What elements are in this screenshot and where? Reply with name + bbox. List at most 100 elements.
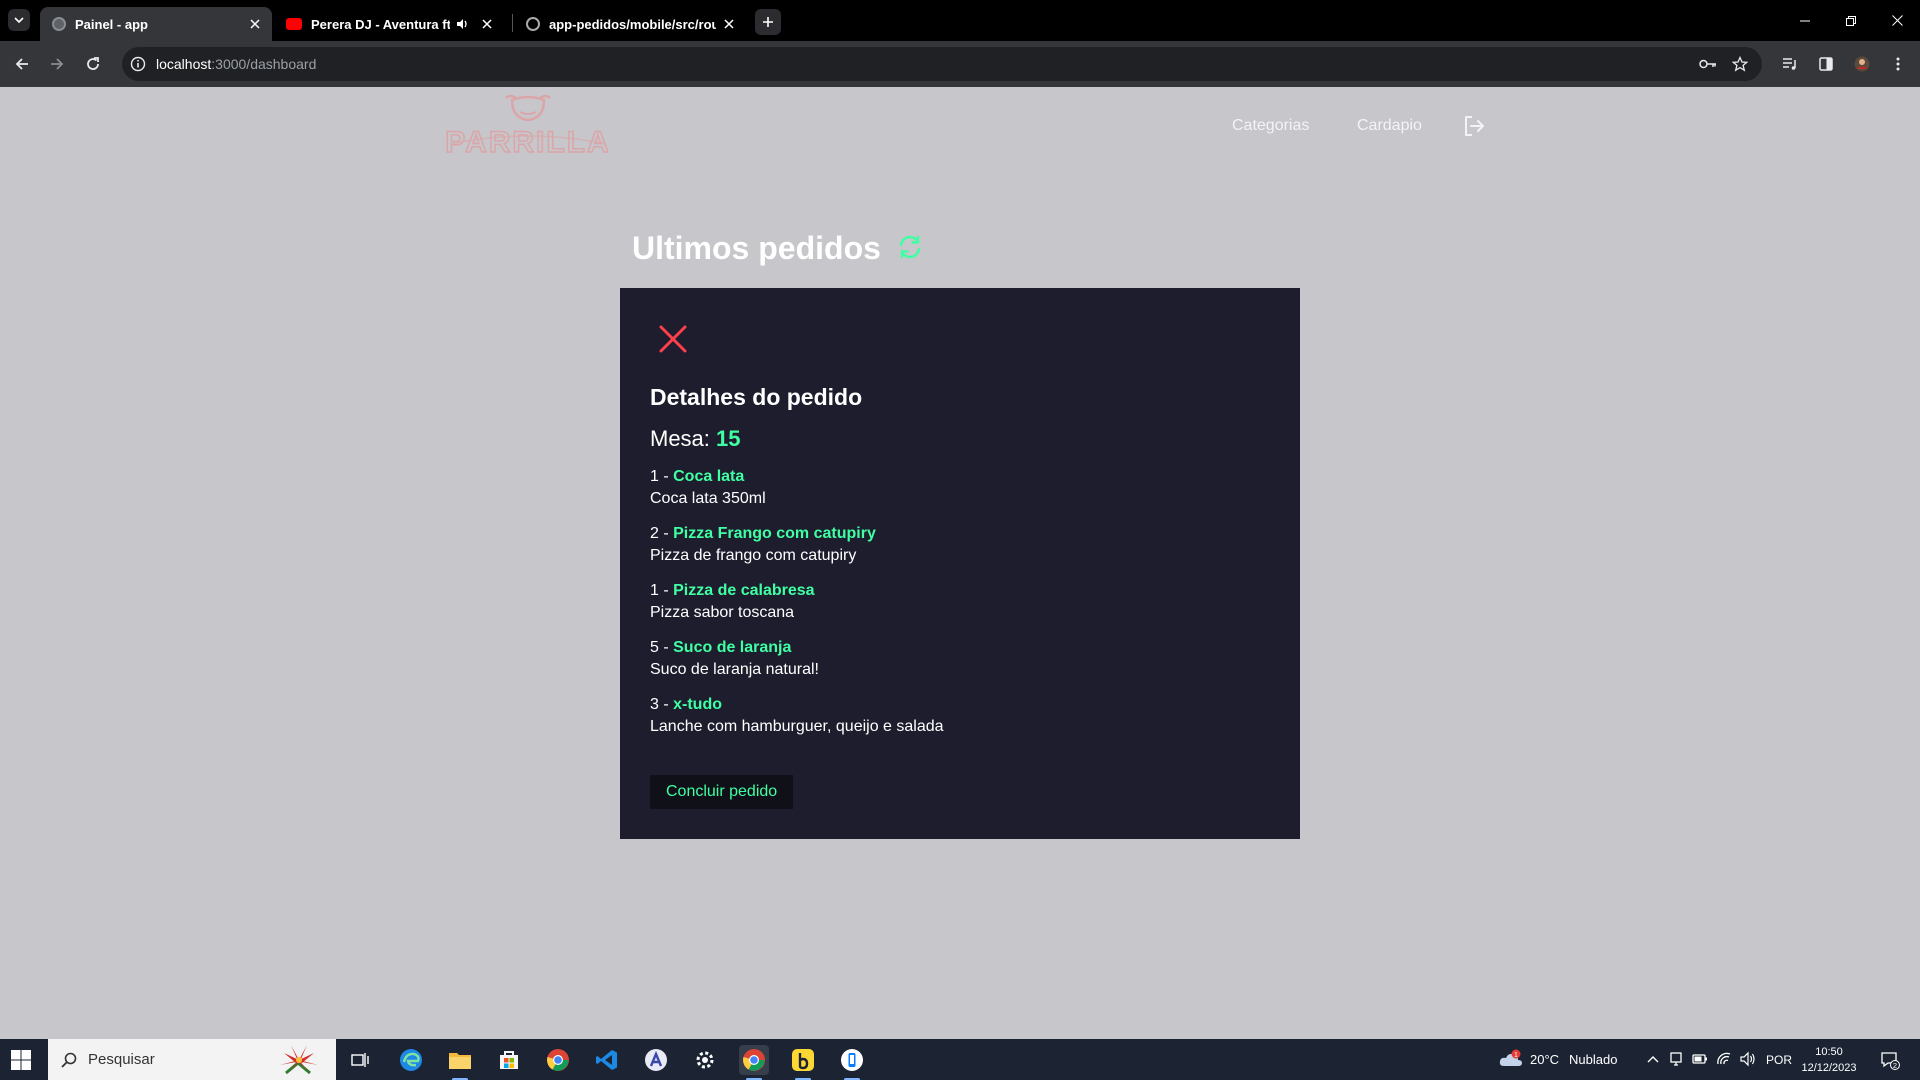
close-tab-icon[interactable] (480, 17, 494, 31)
nav-categorias[interactable]: Categorias (1232, 117, 1309, 135)
logout-icon[interactable] (1462, 114, 1486, 138)
chevron-up-icon[interactable] (1645, 1051, 1661, 1067)
device-icon[interactable] (1668, 1051, 1684, 1067)
forward-button[interactable] (43, 50, 71, 78)
table-number-value: 15 (716, 426, 741, 451)
password-key-icon[interactable] (1698, 54, 1718, 74)
item-quantity: 1 - (650, 468, 674, 485)
file-explorer-icon[interactable] (445, 1045, 475, 1080)
item-quantity: 3 - (650, 696, 674, 713)
url-text: localhost:3000/dashboard (156, 56, 316, 72)
windows-taskbar: Pesquisar 1 20°C Nublado POR 10:50 12/12… (0, 1039, 1920, 1080)
item-name: Suco de laranja (673, 639, 792, 656)
close-modal-icon[interactable] (658, 324, 688, 354)
tab-title: Painel - app (75, 16, 148, 32)
item-description: Suco de laranja natural! (650, 661, 819, 678)
modal-title: Detalhes do pedido (650, 384, 863, 410)
poinsettia-icon (280, 1045, 318, 1075)
tab-separator (512, 14, 513, 32)
refresh-icon[interactable] (896, 233, 924, 261)
search-placeholder: Pesquisar (88, 1051, 155, 1068)
order-details-modal: Detalhes do pedido Mesa: 15 1 - Coca lat… (620, 288, 1300, 839)
input-language[interactable]: POR (1766, 1053, 1792, 1067)
system-clock[interactable]: 10:50 12/12/2023 (1796, 1044, 1862, 1076)
address-bar[interactable]: localhost:3000/dashboard (122, 47, 1762, 81)
close-window-button[interactable] (1874, 0, 1920, 41)
nav-cardapio[interactable]: Cardapio (1357, 117, 1422, 135)
minimize-button[interactable] (1782, 0, 1828, 41)
order-items-list: 1 - Coca lata Coca lata 350ml 2 - Pizza … (650, 467, 1270, 752)
settings-gear-icon[interactable] (690, 1045, 720, 1075)
item-name: x-tudo (673, 696, 722, 713)
chrome-active-icon[interactable] (739, 1045, 769, 1080)
search-icon (61, 1052, 77, 1068)
chevron-down-icon (14, 17, 24, 24)
weather-condition[interactable]: Nublado (1569, 1052, 1617, 1067)
task-view-icon[interactable] (345, 1045, 375, 1075)
tab-painel[interactable]: Painel - app (40, 7, 272, 41)
tab-youtube[interactable]: Perera DJ - Aventura ft MC (274, 7, 504, 41)
logo-text: PARRILLA (445, 126, 610, 159)
browser-toolbar: localhost:3000/dashboard (0, 41, 1920, 87)
item-quantity: 2 - (650, 525, 674, 542)
parrilla-logo: PARRILLA (445, 94, 610, 160)
close-tab-icon[interactable] (248, 17, 262, 31)
reload-icon (87, 57, 99, 70)
tab-title: app-pedidos/mobile/src/route (549, 16, 716, 32)
phone-app-icon[interactable] (837, 1045, 867, 1080)
plus-icon (763, 17, 773, 27)
microsoft-store-icon[interactable] (494, 1045, 524, 1075)
page-title: Ultimos pedidos (632, 230, 881, 266)
vscode-icon[interactable] (592, 1045, 622, 1075)
table-number: Mesa: 15 (650, 426, 741, 452)
back-button[interactable] (8, 50, 36, 78)
reload-button[interactable] (79, 50, 107, 78)
arrow-right-icon (51, 58, 64, 70)
windows-start-icon[interactable] (10, 1049, 32, 1071)
browser-tab-bar: Painel - app Perera DJ - Aventura ft MC … (0, 0, 1920, 41)
new-tab-button[interactable] (755, 9, 781, 35)
item-description: Lanche com hamburguer, queijo e salada (650, 718, 944, 735)
weather-alert-badge: 1 (1514, 1052, 1518, 1059)
finish-order-button[interactable]: Concluir pedido (650, 775, 794, 809)
taskbar-search[interactable]: Pesquisar (48, 1039, 336, 1080)
volume-icon[interactable] (1740, 1051, 1756, 1067)
item-name: Pizza Frango com catupiry (673, 525, 876, 542)
clock-date: 12/12/2023 (1801, 1062, 1857, 1074)
item-quantity: 5 - (650, 639, 674, 656)
site-info-icon[interactable] (130, 56, 146, 72)
tab-github[interactable]: app-pedidos/mobile/src/route (514, 7, 746, 41)
restore-button[interactable] (1828, 0, 1874, 41)
speaker-icon[interactable] (456, 17, 470, 31)
chrome-icon[interactable] (543, 1045, 573, 1075)
order-item: 2 - Pizza Frango com catupiry Pizza de f… (650, 524, 1270, 581)
battery-icon[interactable] (1692, 1051, 1708, 1067)
tab-title: Perera DJ - Aventura ft MC (311, 16, 450, 32)
arrow-left-icon (15, 58, 28, 70)
close-tab-icon[interactable] (722, 17, 736, 31)
profile-avatar[interactable] (1852, 54, 1872, 74)
notifications-icon[interactable]: 2 (1880, 1050, 1900, 1070)
restore-icon (1846, 15, 1856, 26)
weather-temperature[interactable]: 20°C (1530, 1052, 1559, 1067)
minimize-icon (1800, 20, 1810, 21)
side-panel-icon[interactable] (1816, 54, 1836, 74)
android-studio-icon[interactable] (641, 1045, 671, 1075)
url-host: localhost (156, 56, 212, 72)
order-item: 5 - Suco de laranja Suco de laranja natu… (650, 638, 1270, 695)
edge-browser-icon[interactable] (396, 1045, 426, 1075)
wifi-icon[interactable] (1716, 1051, 1732, 1067)
media-controls-icon[interactable] (1780, 54, 1800, 74)
globe-icon (52, 17, 66, 31)
item-description: Pizza de frango com catupiry (650, 547, 857, 564)
table-label: Mesa: (650, 426, 710, 451)
weather-cloud-icon[interactable]: 1 (1498, 1049, 1524, 1069)
item-quantity: 1 - (650, 582, 674, 599)
chrome-menu-icon[interactable] (1888, 54, 1908, 74)
tab-search-button[interactable] (8, 9, 30, 31)
item-description: Pizza sabor toscana (650, 604, 795, 621)
close-icon (1891, 15, 1903, 26)
bookmark-star-icon[interactable] (1730, 54, 1750, 74)
bee-app-icon[interactable] (788, 1045, 818, 1080)
item-description: Coca lata 350ml (650, 490, 766, 507)
